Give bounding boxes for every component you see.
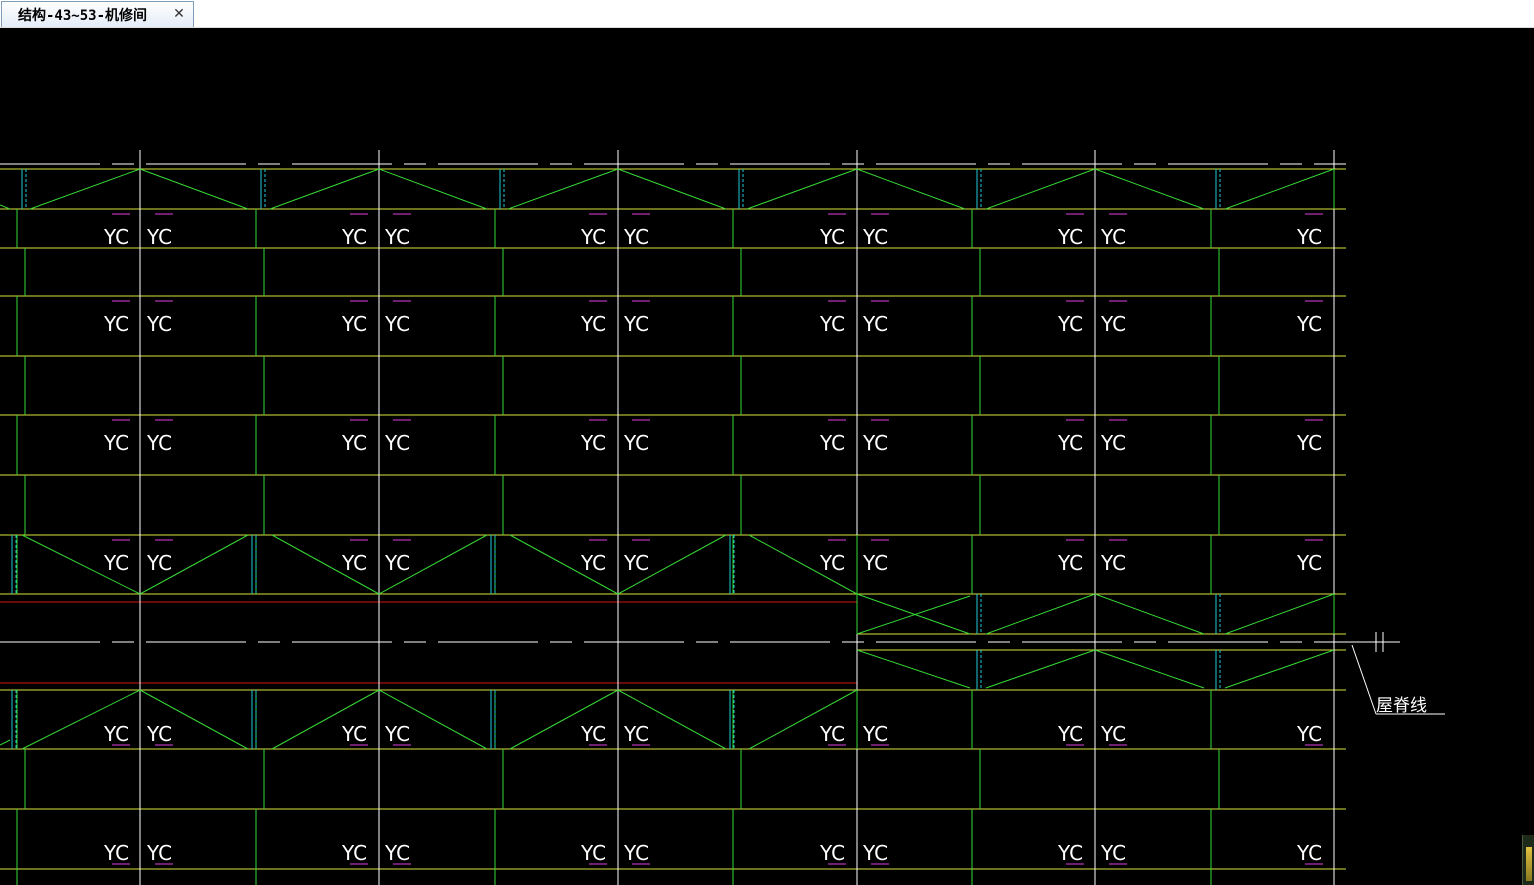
column-label-yc: YC — [623, 841, 649, 865]
column-label-yc: YC — [1100, 841, 1126, 865]
column-label-yc: YC — [341, 551, 367, 575]
column-label-yc: YC — [384, 722, 410, 746]
document-tab[interactable]: 结构-43~53-机修间 ✕ — [1, 1, 194, 27]
column-label-yc: YC — [384, 312, 410, 336]
bracing-line — [269, 168, 380, 210]
bracing-line — [856, 649, 971, 689]
column-label-yc: YC — [1296, 841, 1322, 865]
document-tab-bar: 结构-43~53-机修间 ✕ — [0, 0, 1534, 28]
bracing-line — [1094, 593, 1205, 635]
column-label-yc: YC — [623, 312, 649, 336]
ridge-annotation: 屋脊线 — [1376, 696, 1427, 716]
column-label-yc: YC — [862, 312, 888, 336]
column-label-yc: YC — [1100, 431, 1126, 455]
column-label-yc: YC — [1296, 312, 1322, 336]
column-label-yc: YC — [819, 431, 845, 455]
column-label-yc: YC — [1296, 225, 1322, 249]
column-label-yc: YC — [384, 551, 410, 575]
column-label-yc: YC — [1296, 431, 1322, 455]
column-label-yc: YC — [580, 225, 606, 249]
bracing-line — [1224, 593, 1335, 635]
column-label-yc: YC — [1100, 312, 1126, 336]
column-label-yc: YC — [1296, 722, 1322, 746]
column-label-yc: YC — [146, 431, 172, 455]
column-label-yc: YC — [341, 722, 367, 746]
column-label-yc: YC — [580, 551, 606, 575]
bracing-line — [985, 593, 1096, 635]
column-label-yc: YC — [1057, 312, 1083, 336]
column-label-yc: YC — [146, 225, 172, 249]
bracing-line — [378, 168, 488, 210]
column-label-yc: YC — [1296, 551, 1322, 575]
column-label-yc: YC — [819, 551, 845, 575]
column-label-yc: YC — [146, 841, 172, 865]
column-label-yc: YC — [623, 722, 649, 746]
cad-drawing[interactable]: YC YC YC YC YC YC YC YC YC YC YC YC YC YC YC YC YC YC YC YC… — [0, 28, 1534, 885]
column-label-yc: YC — [580, 431, 606, 455]
bracing-line — [985, 649, 1096, 689]
column-label-yc: YC — [862, 722, 888, 746]
column-label-yc: YC — [623, 551, 649, 575]
column-label-yc: YC — [384, 841, 410, 865]
column-label-yc: YC — [146, 312, 172, 336]
bracing-line — [985, 168, 1096, 210]
column-label-yc: YC — [623, 431, 649, 455]
column-label-yc: YC — [1057, 225, 1083, 249]
bracing-line — [1094, 649, 1205, 689]
column-label-yc: YC — [1100, 722, 1126, 746]
column-label-yc: YC — [623, 225, 649, 249]
column-label-yc: YC — [384, 225, 410, 249]
close-icon[interactable]: ✕ — [172, 7, 186, 21]
bracing-line — [1094, 168, 1205, 210]
column-label-yc: YC — [103, 841, 129, 865]
column-label-yc: YC — [819, 722, 845, 746]
bracing-line — [1224, 649, 1335, 689]
bracing-line — [617, 168, 727, 210]
column-label-yc: YC — [146, 551, 172, 575]
column-label-yc: YC — [341, 841, 367, 865]
bracing-line — [856, 168, 966, 210]
bracing-line — [29, 168, 141, 210]
bracing-line — [746, 168, 858, 210]
column-label-yc: YC — [819, 225, 845, 249]
column-label-yc: YC — [580, 841, 606, 865]
column-label-yc: YC — [862, 431, 888, 455]
column-label-yc: YC — [103, 225, 129, 249]
column-label-yc: YC — [103, 722, 129, 746]
column-label-yc: YC — [103, 431, 129, 455]
column-label-yc: YC — [103, 551, 129, 575]
drawing-canvas[interactable]: YC YC YC YC YC YC YC YC YC YC YC YC YC YC YC YC YC YC YC YC… — [0, 28, 1534, 885]
column-label-yc: YC — [1100, 225, 1126, 249]
column-label-yc: YC — [384, 431, 410, 455]
column-label-yc: YC — [341, 431, 367, 455]
column-label-yc: YC — [1057, 722, 1083, 746]
column-label-yc: YC — [580, 312, 606, 336]
column-label-yc: YC — [1100, 551, 1126, 575]
annotation-leader — [1351, 644, 1377, 715]
column-label-yc: YC — [146, 722, 172, 746]
column-label-yc: YC — [1057, 841, 1083, 865]
column-label-yc: YC — [862, 551, 888, 575]
bracing-line — [139, 168, 249, 210]
zoom-slider[interactable] — [1522, 835, 1534, 885]
column-label-yc: YC — [341, 225, 367, 249]
bracing-line — [0, 739, 11, 746]
bracing-line — [1224, 168, 1335, 210]
column-label-yc: YC — [1057, 431, 1083, 455]
bracing-line — [0, 204, 11, 210]
column-label-yc: YC — [819, 841, 845, 865]
bracing-line — [507, 168, 619, 210]
column-label-yc: YC — [862, 225, 888, 249]
zoom-slider-thumb[interactable] — [1526, 847, 1532, 881]
column-label-yc: YC — [103, 312, 129, 336]
column-label-yc: YC — [580, 722, 606, 746]
column-label-yc: YC — [862, 841, 888, 865]
column-label-yc: YC — [341, 312, 367, 336]
column-label-yc: YC — [819, 312, 845, 336]
column-label-yc: YC — [1057, 551, 1083, 575]
document-tab-title: 结构-43~53-机修间 — [18, 7, 148, 24]
